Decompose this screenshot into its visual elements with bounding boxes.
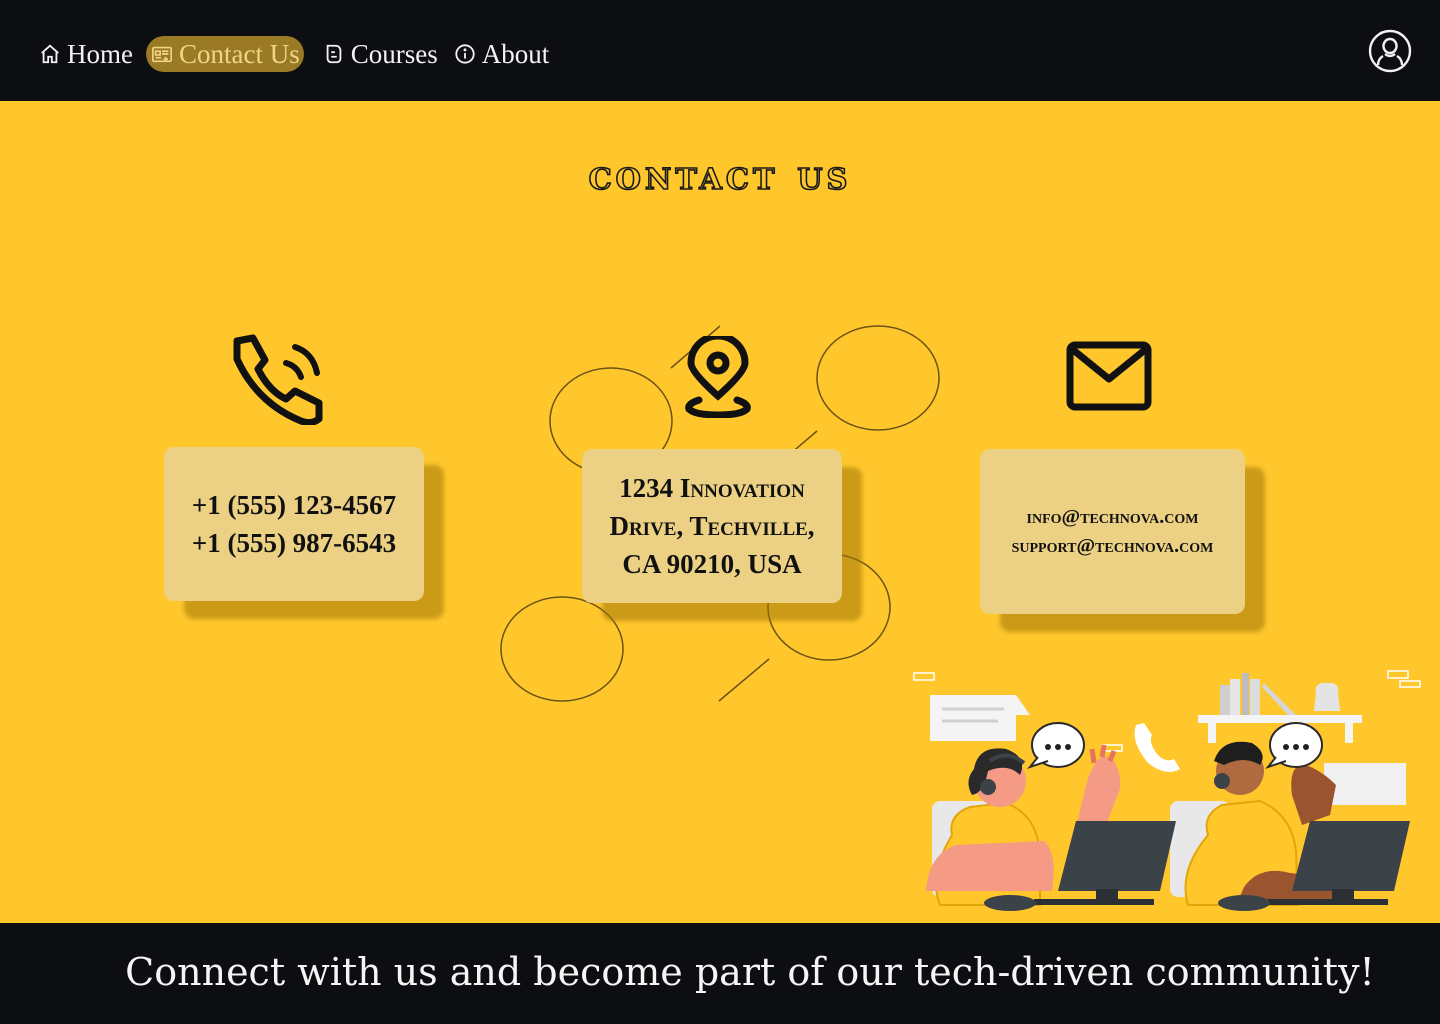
courses-icon (326, 44, 342, 64)
address-line-3: CA 90210, USA (622, 549, 802, 579)
nav-courses[interactable]: Courses (320, 36, 441, 72)
nav-contact-label: Contact Us (178, 38, 300, 69)
address-line-2: Drive, Techville, (609, 511, 815, 541)
email-support-link[interactable]: support@technova.com (1012, 532, 1214, 561)
address-line-1: 1234 Innovation (619, 473, 805, 503)
footer: Connect with us and become part of our t… (0, 923, 1440, 1024)
page-title: Contact Us (588, 149, 852, 200)
address-card: 1234 Innovation Drive, Techville, CA 902… (582, 449, 842, 603)
location-icon (685, 336, 751, 418)
decor-circle-2 (816, 325, 940, 431)
nav-about[interactable]: About (451, 36, 553, 72)
decor-line-3 (718, 658, 770, 702)
home-icon (41, 44, 59, 64)
nav-home[interactable]: Home (36, 36, 136, 72)
chat-bubble-left (1027, 722, 1085, 770)
decor-circle-3 (500, 596, 624, 702)
nav-about-label: About (481, 38, 550, 69)
email-card: info@technova.com support@technova.com (980, 449, 1245, 614)
phone-line-1: +1 (555) 123-4567 (191, 490, 397, 520)
contact-card-icon (151, 46, 172, 63)
mail-icon (1066, 341, 1152, 411)
customer-support-illustration (913, 670, 1421, 911)
nav-courses-label: Courses (350, 38, 438, 69)
navbar: Home Contact Us Courses About (0, 0, 1440, 101)
phone-card: +1 (555) 123-4567 +1 (555) 987-6543 (164, 447, 424, 601)
email-info-link[interactable]: info@technova.com (1027, 503, 1199, 532)
phone-line-2: +1 (555) 987-6543 (191, 528, 397, 558)
info-icon (455, 44, 475, 64)
chat-bubble-right (1265, 722, 1323, 770)
nav-home-label: Home (67, 38, 133, 69)
nav-menu: Home Contact Us Courses About (36, 36, 552, 72)
footer-text: Connect with us and become part of our t… (125, 950, 1375, 994)
user-icon[interactable] (1368, 29, 1412, 73)
phone-icon (233, 334, 323, 425)
nav-contact[interactable]: Contact Us (145, 36, 304, 72)
